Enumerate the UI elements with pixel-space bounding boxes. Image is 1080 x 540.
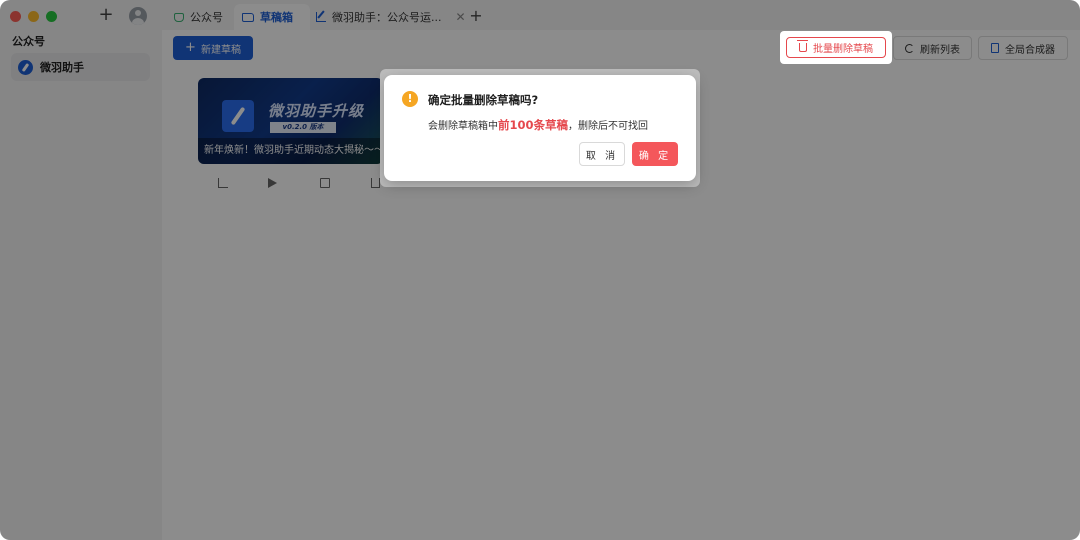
batch-delete-label: 批量删除草稿	[813, 44, 873, 55]
trash-icon	[797, 40, 808, 52]
batch-delete-highlight: 批量删除草稿	[780, 31, 892, 64]
message-prefix: 会删除草稿箱中	[428, 121, 498, 132]
dialog-title: 确定批量删除草稿吗?	[428, 93, 539, 107]
warning-icon: !	[402, 91, 418, 107]
message-suffix: ，删除后不可找回	[568, 121, 649, 132]
confirm-button[interactable]: 确 定	[632, 142, 678, 166]
confirm-dialog: ! 确定批量删除草稿吗? 会删除草稿箱中前100条草稿，删除后不可找回 取 消 …	[384, 75, 696, 181]
message-highlight: 前100条草稿	[498, 118, 569, 132]
cancel-button[interactable]: 取 消	[579, 142, 625, 166]
batch-delete-button[interactable]: 批量删除草稿	[786, 37, 886, 58]
dialog-message: 会删除草稿箱中前100条草稿，删除后不可找回	[428, 117, 648, 133]
app-window: + 公众号 微羽助手 公众号 草稿箱 微羽助手：公众号运... ✕ + + 新建…	[0, 0, 1080, 540]
